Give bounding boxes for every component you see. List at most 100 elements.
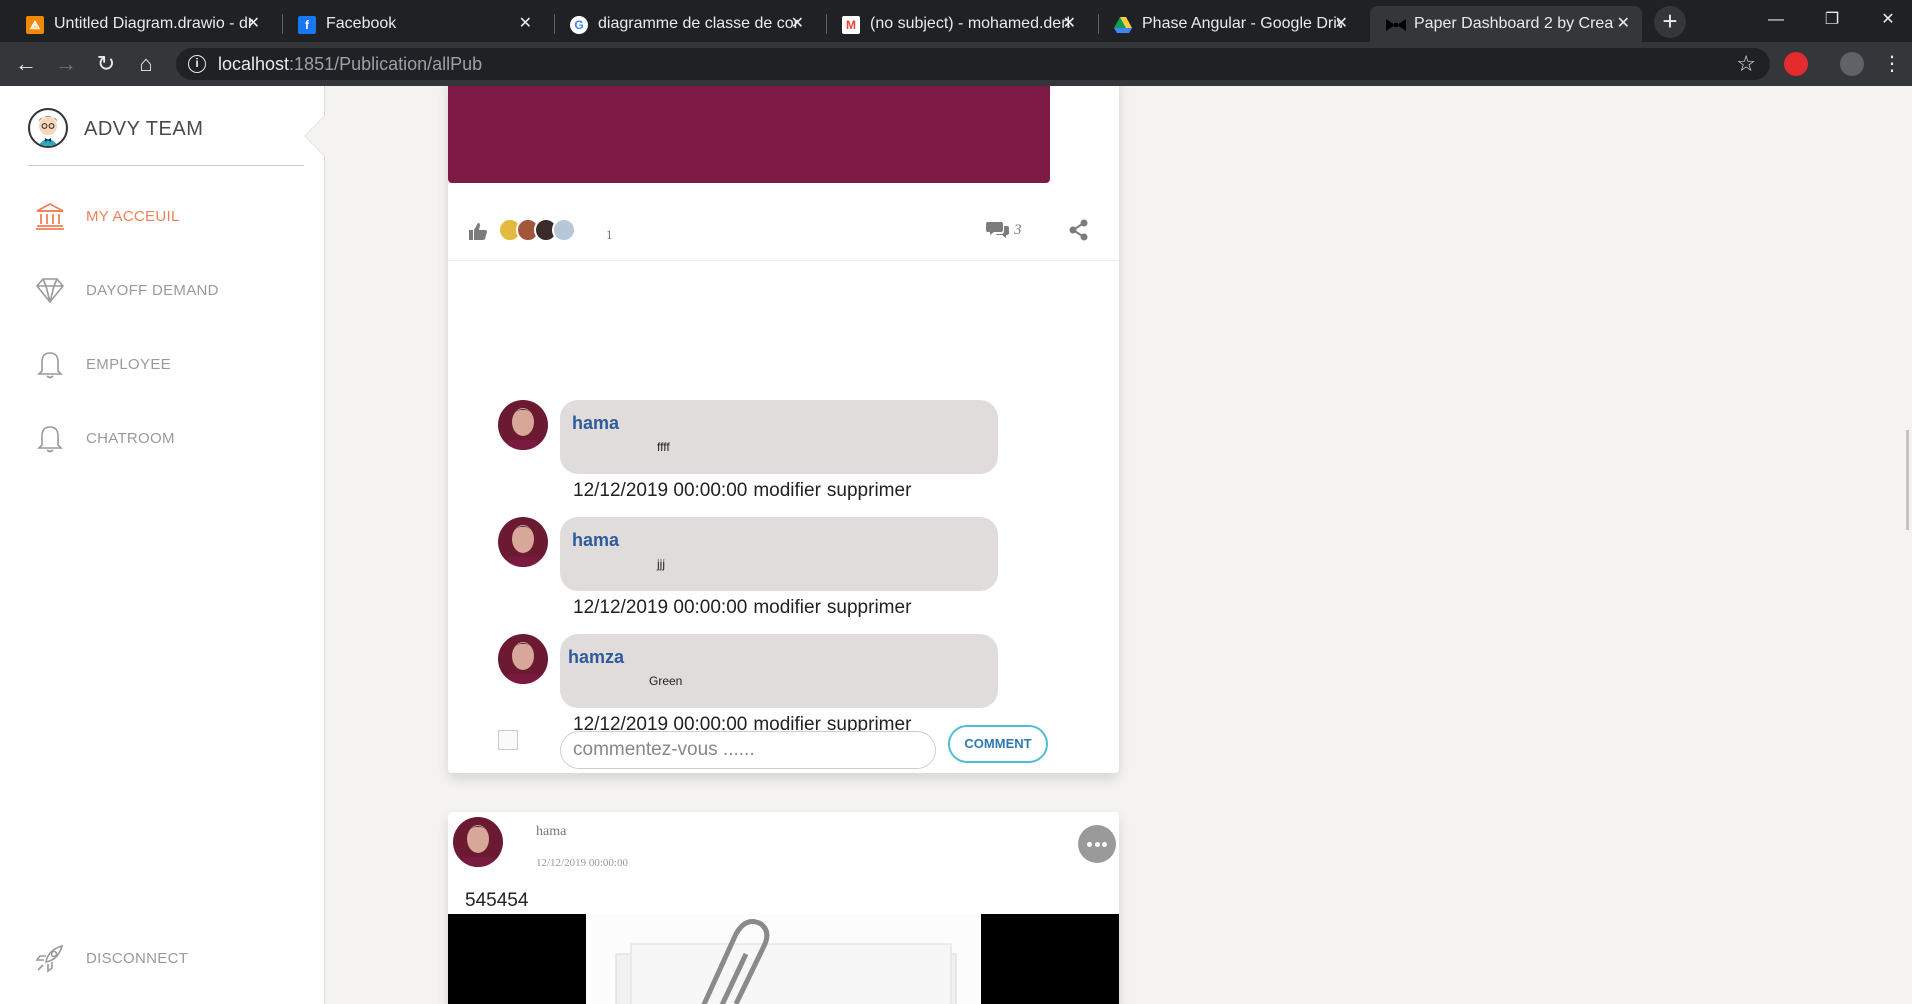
tab-title: Phase Angular - Google Drive	[1142, 15, 1342, 32]
brand[interactable]: ADVY TEAM	[28, 108, 304, 166]
diamond-icon	[35, 278, 65, 304]
comment-author[interactable]: hamza	[568, 647, 624, 668]
browser-toolbar: ← → ↻ ⌂ i localhost:1851/Publication/all…	[0, 42, 1912, 86]
comment-bubble: hama jjj	[560, 517, 998, 591]
address-bar[interactable]: i localhost:1851/Publication/allPub ☆	[176, 48, 1770, 80]
sidebar-item-my-acceuil[interactable]: MY ACCEUIL	[30, 196, 310, 236]
avatar	[498, 400, 548, 450]
avatar	[552, 218, 576, 242]
sidebar-item-label: MY ACCEUIL	[86, 208, 180, 225]
info-icon[interactable]: i	[188, 55, 206, 73]
comment-button[interactable]: COMMENT	[948, 725, 1048, 763]
home-icon[interactable]: ⌂	[132, 50, 160, 78]
reload-icon[interactable]: ↻	[92, 50, 120, 78]
comment-count: 3	[1014, 222, 1022, 238]
sidebar-item-employee[interactable]: EMPLOYEE	[30, 344, 310, 384]
sidebar-item-label: EMPLOYEE	[86, 356, 171, 373]
menu-kebab-icon[interactable]: ⋮	[1878, 50, 1906, 78]
drawio-icon: ⟁	[26, 16, 44, 34]
sidebar-item-label: DISCONNECT	[86, 950, 189, 967]
close-icon[interactable]: ✕	[1617, 6, 1630, 42]
post-date: 12/12/2019 00:00:00	[536, 857, 628, 869]
browser-tab-drive[interactable]: Phase Angular - Google Drive ✕	[1088, 6, 1360, 42]
tab-title: Untitled Diagram.drawio - draw.io	[54, 15, 254, 32]
edit-comment-link[interactable]: modifier	[753, 597, 821, 618]
tab-title: Facebook	[326, 15, 397, 32]
post-image	[448, 86, 1050, 183]
sidebar-item-label: CHATROOM	[86, 430, 175, 447]
brand-name: ADVY TEAM	[84, 118, 204, 140]
paper-clip-image	[586, 914, 981, 1004]
sidebar-item-disconnect[interactable]: DISCONNECT	[30, 938, 310, 978]
google-drive-icon	[1114, 16, 1132, 34]
tab-title: Paper Dashboard 2 by Creative Tim	[1414, 15, 1614, 32]
comment-input[interactable]	[560, 731, 936, 769]
browser-tab-drawio[interactable]: ⟁ Untitled Diagram.drawio - draw.io ✕	[0, 6, 272, 42]
close-icon[interactable]: ✕	[519, 6, 532, 42]
bowtie-icon	[1386, 16, 1406, 34]
active-item-pointer	[305, 116, 325, 156]
like-count: 1	[606, 227, 613, 242]
close-icon[interactable]: ✕	[1335, 6, 1348, 42]
share-icon[interactable]	[1068, 219, 1090, 241]
comment-item: hama ffff 12/12/2019 00:00:00 modifier sup…	[448, 400, 1119, 510]
profile-avatar-icon[interactable]	[1840, 52, 1864, 76]
comment-author[interactable]: hama	[572, 530, 619, 551]
comment-meta: 12/12/2019 00:00:00 modifier supprimer	[573, 480, 917, 502]
restore-icon[interactable]: ❐	[1808, 8, 1856, 32]
comment-date: 12/12/2019 00:00:00	[573, 480, 748, 501]
new-tab-button[interactable]: +	[1654, 6, 1686, 38]
comment-form: COMMENT	[448, 721, 1119, 771]
more-options-button[interactable]	[1078, 825, 1116, 863]
delete-comment-link[interactable]: supprimer	[827, 480, 911, 501]
avatar	[453, 817, 503, 867]
url-text[interactable]: localhost:1851/Publication/allPub	[218, 48, 482, 80]
comment-bubble: hamza Green	[560, 634, 998, 708]
bell-icon	[37, 352, 63, 379]
post-card: 1 3 hama ffff 12/12/2019 00:00:00 modifi…	[448, 86, 1119, 773]
comment-author[interactable]: hama	[572, 413, 619, 434]
avatar	[498, 517, 548, 567]
back-icon[interactable]: ←	[12, 50, 40, 78]
brand-logo-avatar	[28, 108, 68, 148]
post-card: hama 12/12/2019 00:00:00 545454	[448, 812, 1119, 1004]
comments-icon[interactable]	[986, 220, 1010, 240]
sidebar-item-label: DAYOFF DEMAND	[86, 282, 219, 299]
sidebar-item-chatroom[interactable]: CHATROOM	[30, 418, 310, 458]
close-icon[interactable]: ✕	[791, 6, 804, 42]
comment-text: Green	[649, 674, 683, 688]
comment-date: 12/12/2019 00:00:00	[573, 597, 748, 618]
browser-tab-google[interactable]: G diagramme de classe de conception ✕	[544, 6, 816, 42]
browser-tab-gmail[interactable]: M (no subject) - mohamed.derbel ✕	[816, 6, 1088, 42]
close-icon[interactable]: ✕	[1063, 6, 1076, 42]
browser-tab-paper-dashboard[interactable]: Paper Dashboard 2 by Creative Tim ✕	[1370, 6, 1642, 42]
tab-title: diagramme de classe de conception	[598, 15, 798, 32]
bookmark-star-icon[interactable]: ☆	[1736, 51, 1756, 77]
bank-icon	[36, 202, 64, 230]
comment-item: hama jjj 12/12/2019 00:00:00 modifier supp…	[448, 517, 1119, 627]
rocket-icon	[35, 944, 64, 973]
gmail-icon: M	[842, 16, 860, 34]
google-icon: G	[570, 16, 588, 34]
broken-image-icon	[498, 730, 518, 750]
post-author[interactable]: hama	[536, 824, 566, 840]
sidebar-item-dayoff-demand[interactable]: DAYOFF DEMAND	[30, 270, 310, 310]
scrollbar[interactable]	[1906, 430, 1909, 530]
edit-comment-link[interactable]: modifier	[753, 480, 821, 501]
tab-title: (no subject) - mohamed.derbel	[870, 15, 1070, 32]
thumbs-up-icon[interactable]	[468, 221, 488, 241]
minimize-icon[interactable]: —	[1752, 8, 1800, 32]
comment-bubble: hama ffff	[560, 400, 998, 474]
forward-icon[interactable]: →	[52, 50, 80, 78]
comment-meta: 12/12/2019 00:00:00 modifier supprimer	[573, 597, 917, 619]
facebook-icon: f	[298, 16, 316, 34]
post-reactions-bar: 1 3	[448, 201, 1119, 261]
post-text: 545454	[465, 890, 529, 911]
bell-icon	[37, 426, 63, 453]
browser-tab-facebook[interactable]: f Facebook ✕	[272, 6, 544, 42]
delete-comment-link[interactable]: supprimer	[827, 597, 911, 618]
close-icon[interactable]: ✕	[247, 6, 260, 42]
window-close-icon[interactable]: ✕	[1864, 8, 1912, 32]
extension-hand-icon[interactable]	[1784, 52, 1808, 76]
comment-text: ffff	[657, 440, 670, 454]
